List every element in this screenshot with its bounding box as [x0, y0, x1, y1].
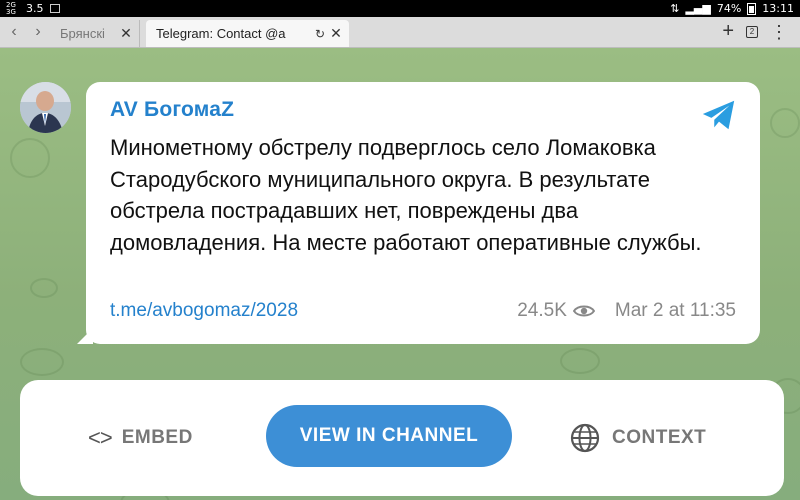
context-button[interactable]: CONTEXT	[570, 380, 706, 496]
background-doodle	[770, 108, 800, 138]
tab-tools: + 2 ⋮	[722, 16, 800, 47]
background-doodle	[30, 278, 58, 298]
channel-avatar[interactable]	[20, 82, 71, 133]
network-type-icon: 2G 3G	[6, 0, 16, 16]
context-label: CONTEXT	[612, 427, 707, 448]
post-link[interactable]: t.me/avbogomaz/2028	[110, 300, 298, 322]
post-date: Mar 2 at 11:35	[614, 300, 736, 321]
battery-icon	[747, 2, 757, 15]
tab-bryanskie[interactable]: Брянскі ✕	[50, 20, 140, 47]
globe-icon	[570, 423, 600, 453]
reload-icon[interactable]: ↻	[315, 27, 325, 41]
post-text: Минометному обстрелу подверглось село Ло…	[110, 135, 702, 255]
gallery-notification-icon	[49, 4, 60, 13]
embed-button[interactable]: <> EMBED	[88, 380, 193, 496]
eye-icon	[572, 305, 595, 317]
telegram-page: AV БогомаZ Минометному обстрелу подвергл…	[0, 48, 800, 500]
status-bar: 2G 3G 3.5 ⇅ ▂▄▆ 74% 13:11	[0, 0, 800, 17]
tab-telegram[interactable]: Telegram: Contact @a ↻ ✕	[146, 20, 349, 47]
embed-label: EMBED	[121, 427, 193, 448]
nav-buttons: ‹ ›	[0, 16, 50, 47]
tab-label: Telegram: Contact @a	[156, 26, 286, 41]
bubble-tail	[77, 328, 93, 344]
close-tab-icon[interactable]: ✕	[119, 25, 133, 42]
post-actions: <> EMBED VIEW IN CHANNEL CONTEXT	[20, 380, 784, 496]
signal-icon: ▂▄▆	[685, 2, 711, 15]
background-doodle	[560, 348, 600, 374]
back-icon[interactable]: ‹	[11, 23, 16, 41]
network-speed: 3.5	[26, 2, 44, 15]
new-tab-icon[interactable]: +	[722, 20, 734, 43]
channel-post: AV БогомаZ Минометному обстрелу подвергл…	[77, 82, 760, 344]
close-tab-icon[interactable]: ✕	[329, 25, 343, 42]
tab-label: Брянскі	[60, 26, 105, 41]
view-count: 24.5K	[517, 300, 567, 321]
forward-icon[interactable]: ›	[35, 23, 40, 41]
telegram-logo-icon	[702, 100, 735, 130]
channel-name-link[interactable]: AV БогомаZ	[110, 98, 736, 122]
avatar-image	[20, 82, 71, 133]
code-icon: <>	[88, 425, 113, 450]
view-in-channel-label: VIEW IN CHANNEL	[299, 425, 479, 446]
tab-count-button[interactable]: 2	[746, 25, 758, 38]
background-doodle	[10, 138, 50, 178]
clock: 13:11	[762, 2, 794, 15]
post-meta: 24.5K Mar 2 at 11:35	[517, 300, 736, 322]
battery-percent: 74%	[716, 2, 742, 15]
browser-tab-bar: ‹ › Брянскі ✕ Telegram: Contact @a ↻ ✕ +…	[0, 17, 800, 48]
post-footer: t.me/avbogomaz/2028 24.5K Mar 2 at 11:35	[110, 300, 736, 322]
wifi-icon: ⇅	[670, 2, 680, 15]
background-doodle	[20, 348, 64, 376]
menu-icon[interactable]: ⋮	[770, 23, 788, 41]
view-in-channel-button[interactable]: VIEW IN CHANNEL	[266, 405, 512, 467]
